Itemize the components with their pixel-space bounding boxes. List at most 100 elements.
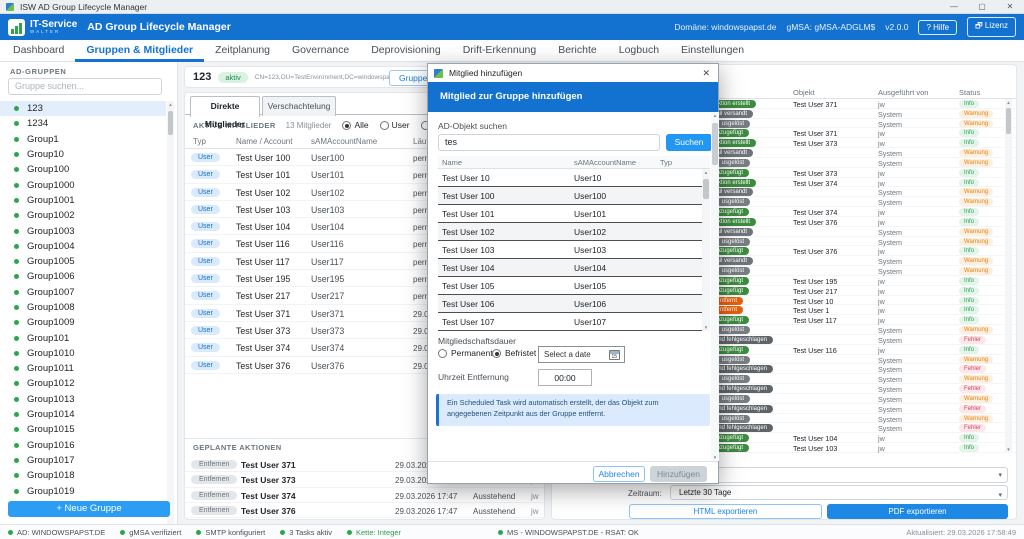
tab-dashboard[interactable]: Dashboard [2,40,75,62]
tab-logbuch[interactable]: Logbuch [608,40,670,62]
search-result-row[interactable]: Test User 105User105 [438,277,710,295]
search-result-row[interactable]: Test User 103User103 [438,241,710,259]
group-name: Group1016 [27,440,75,451]
new-group-button[interactable]: + Neue Gruppe [8,501,170,517]
submit-button[interactable]: Hinzufügen [650,466,707,482]
radio-icon[interactable] [492,349,501,358]
filter-radio-user[interactable]: User [380,120,410,130]
sidebar-item-group[interactable]: Group1010 [0,346,166,361]
sidebar-item-group[interactable]: Group10 [0,147,166,162]
search-result-row[interactable]: Test User 104User104 [438,259,710,277]
sidebar-item-group[interactable]: Group1006 [0,269,166,284]
sidebar-item-group[interactable]: Group1008 [0,300,166,315]
radio-icon[interactable] [342,121,351,130]
sidebar-item-group[interactable]: 123 [0,101,166,116]
sidebar-item-group[interactable]: Group1018 [0,468,166,483]
action-badge: usgelöst [716,198,750,206]
radio-icon[interactable] [438,349,447,358]
export-html-button[interactable]: HTML exportieren [629,504,822,519]
cancel-button[interactable]: Abbrechen [593,466,645,482]
tab-gruppen-mitglieder[interactable]: Gruppen & Mitglieder [75,40,204,62]
time-label: Uhrzeit Entfernung [438,372,509,382]
scheduled-action-row[interactable]: EntfernenTest User 37429.03.2026 17:47Au… [185,488,544,503]
license-button[interactable]: 🗗 Lizenz [967,17,1016,37]
ad-object-search-input[interactable]: tes [438,134,660,151]
sidebar-item-group[interactable]: Group1003 [0,223,166,238]
sidebar-item-group[interactable]: Group1005 [0,254,166,269]
filter-label: User [392,120,410,130]
sidebar-item-group[interactable]: Group1011 [0,361,166,376]
tab-einstellungen[interactable]: Einstellungen [670,40,755,62]
tab-governance[interactable]: Governance [281,40,360,62]
sidebar-item-group[interactable]: Group1015 [0,422,166,437]
scroll-down-icon[interactable]: ▼ [711,455,719,460]
result-sam: User104 [574,263,606,273]
tab-drift-erkennung[interactable]: Drift-Erkennung [452,40,548,62]
scroll-up-icon[interactable]: ▲ [167,102,174,107]
log-objekt: Test User 371 [793,100,837,109]
minimize-icon[interactable]: — [940,0,968,14]
result-name: Test User 101 [442,209,494,219]
tab-deprovisioning[interactable]: Deprovisioning [360,40,451,62]
search-result-row[interactable]: Test User 10User10 [438,169,710,187]
scroll-up-icon[interactable]: ▲ [702,170,710,175]
log-objekt: Test User 373 [793,169,837,178]
tab-direkte-mitglieder[interactable]: Direkte Mitglieder [190,96,260,117]
sidebar-scrollbar[interactable]: ▲ ▼ [167,101,174,537]
search-result-row[interactable]: Test User 107User107 [438,313,710,331]
search-result-row[interactable]: Test User 102User102 [438,223,710,241]
sidebar-item-group[interactable]: Group1014 [0,407,166,422]
scroll-up-icon[interactable]: ▲ [1005,100,1012,105]
tab-verschachtelung[interactable]: Verschachtelung [262,96,336,116]
group-status-dot [14,427,19,432]
help-button[interactable]: ? Hilfe [918,20,957,35]
scroll-down-icon[interactable]: ▼ [702,325,710,330]
sidebar-item-group[interactable]: Group1 [0,132,166,147]
scheduled-action-row[interactable]: EntfernenTest User 37629.03.2026 17:47Au… [185,503,544,518]
calendar-icon[interactable] [609,350,620,360]
scroll-down-icon[interactable]: ▼ [1005,447,1012,452]
sidebar-item-group[interactable]: Group100 [0,162,166,177]
scroll-up-icon[interactable]: ▲ [711,113,719,118]
maximize-icon[interactable]: ▢ [968,0,996,14]
radio-permanent[interactable]: Permanent [438,348,493,358]
scrollbar-thumb[interactable] [712,123,718,165]
close-icon[interactable]: ✕ [702,68,710,79]
sidebar-item-group[interactable]: Group1017 [0,453,166,468]
zeitraum-select[interactable]: Letzte 30 Tage▾ [670,485,1008,500]
tab-zeitplanung[interactable]: Zeitplanung [204,40,281,62]
sidebar-item-group[interactable]: Group1001 [0,193,166,208]
time-input[interactable]: 00:00 [538,369,592,386]
scrollbar-thumb[interactable] [1006,108,1011,134]
log-status-badge: Warnung [959,188,993,196]
member-name: Test User 117 [236,257,290,267]
sidebar-item-group[interactable]: Group1004 [0,239,166,254]
filter-radio-alle[interactable]: Alle [342,120,368,130]
sidebar-item-group[interactable]: Group1019 [0,483,166,498]
sidebar-item-group[interactable]: Group1007 [0,285,166,300]
sidebar-item-group[interactable]: Group101 [0,330,166,345]
search-result-row[interactable]: Test User 101User101 [438,205,710,223]
log-scrollbar[interactable]: ▲ ▼ [1005,99,1012,453]
search-result-row[interactable]: Test User 100User100 [438,187,710,205]
search-result-row[interactable]: Test User 106User106 [438,295,710,313]
dialog-scrollbar[interactable]: ▲ ▼ [711,112,719,461]
search-button[interactable]: Suchen [666,134,712,151]
sidebar-item-group[interactable]: 1234 [0,116,166,131]
sidebar-item-group[interactable]: Group1013 [0,392,166,407]
scrollbar-thumb[interactable] [703,179,709,199]
group-name: Group101 [27,333,69,344]
radio-icon[interactable] [380,121,389,130]
group-search-input[interactable]: Gruppe suchen... [8,78,162,95]
sidebar-item-group[interactable]: Group1016 [0,438,166,453]
scrollbar-thumb[interactable] [168,111,173,135]
tab-berichte[interactable]: Berichte [547,40,608,62]
sidebar-item-group[interactable]: Group1000 [0,177,166,192]
sidebar-item-group[interactable]: Group1002 [0,208,166,223]
results-scrollbar[interactable]: ▲ ▼ [702,169,710,331]
sidebar-item-group[interactable]: Group1009 [0,315,166,330]
export-pdf-button[interactable]: PDF exportieren [827,504,1008,519]
close-icon[interactable]: ✕ [996,0,1024,14]
sidebar-item-group[interactable]: Group1012 [0,376,166,391]
date-picker[interactable]: Select a date [538,346,625,363]
